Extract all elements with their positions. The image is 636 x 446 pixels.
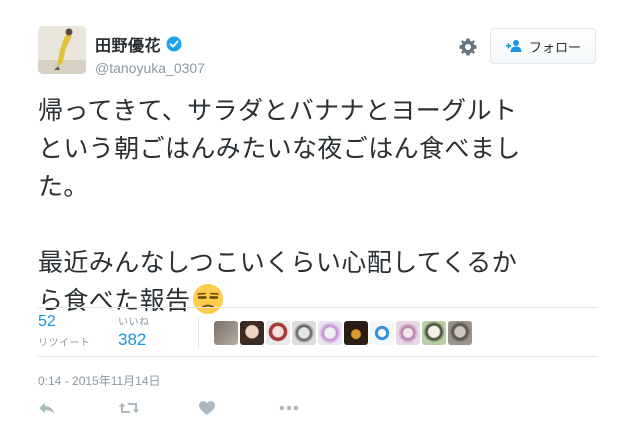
retweet-count-stat[interactable]: 52 リツイート: [38, 313, 91, 350]
heart-icon[interactable]: [198, 400, 216, 416]
like-count-stat[interactable]: いいね 382: [118, 313, 150, 350]
tweet-line-text: ら食べた報告: [38, 286, 191, 315]
tweet-text: 帰ってきて、サラダとバナナとヨーグルト という朝ごはんみたいな夜ごはん食べまし …: [38, 92, 598, 320]
tweet-actions: [38, 400, 598, 420]
liker-avatar[interactable]: [214, 321, 238, 345]
avatar-image: [38, 26, 86, 74]
more-icon[interactable]: [278, 400, 300, 416]
liker-avatar[interactable]: [318, 321, 342, 345]
reply-icon[interactable]: [38, 400, 56, 416]
retweet-count: 52: [38, 313, 56, 330]
verified-badge-icon: [166, 36, 182, 52]
user-names: 田野優花 @tanoyuka_0307: [95, 32, 205, 76]
follow-button[interactable]: フォロー: [490, 28, 596, 64]
unamused-face-emoji-icon: [193, 284, 224, 314]
liker-avatar[interactable]: [292, 321, 316, 345]
retweet-label: リツイート: [38, 338, 91, 349]
follow-person-icon: [505, 40, 522, 52]
liker-avatar[interactable]: [396, 321, 420, 345]
gear-icon[interactable]: [458, 37, 478, 57]
tweet-stats: 52 リツイート いいね 382: [38, 313, 598, 355]
liker-avatar[interactable]: [240, 321, 264, 345]
tweet-card: 田野優花 @tanoyuka_0307 フォロー 帰ってきて、サラダとバナナとヨ…: [0, 0, 636, 446]
stats-separator: [198, 317, 199, 349]
avatar[interactable]: [38, 26, 86, 74]
tweet-line: という朝ごはんみたいな夜ごはん食べまし: [38, 134, 521, 163]
liker-avatar[interactable]: [344, 321, 368, 345]
display-name[interactable]: 田野優花: [95, 32, 161, 56]
divider-bottom: [38, 356, 598, 357]
liker-avatar[interactable]: [422, 321, 446, 345]
liker-avatar[interactable]: [448, 321, 472, 345]
user-handle[interactable]: @tanoyuka_0307: [95, 60, 205, 76]
like-count: 382: [118, 330, 147, 349]
liker-avatar[interactable]: [370, 321, 394, 345]
liker-avatars: [214, 321, 474, 345]
divider-top: [38, 307, 598, 308]
like-label: いいね: [118, 317, 150, 328]
tweet-timestamp[interactable]: 0:14 - 2015年11月14日: [38, 372, 161, 389]
tweet-line: た。: [38, 172, 89, 201]
follow-label: フォロー: [528, 40, 581, 56]
name-row: 田野優花: [95, 32, 205, 56]
liker-avatar[interactable]: [266, 321, 290, 345]
tweet-line: 最近みんなしつこいくらい心配してくるか: [38, 248, 518, 277]
tweet-line: 帰ってきて、サラダとバナナとヨーグルト: [38, 96, 518, 125]
tweet-header: 田野優花 @tanoyuka_0307 フォロー: [38, 26, 598, 78]
retweet-icon[interactable]: [118, 400, 140, 416]
